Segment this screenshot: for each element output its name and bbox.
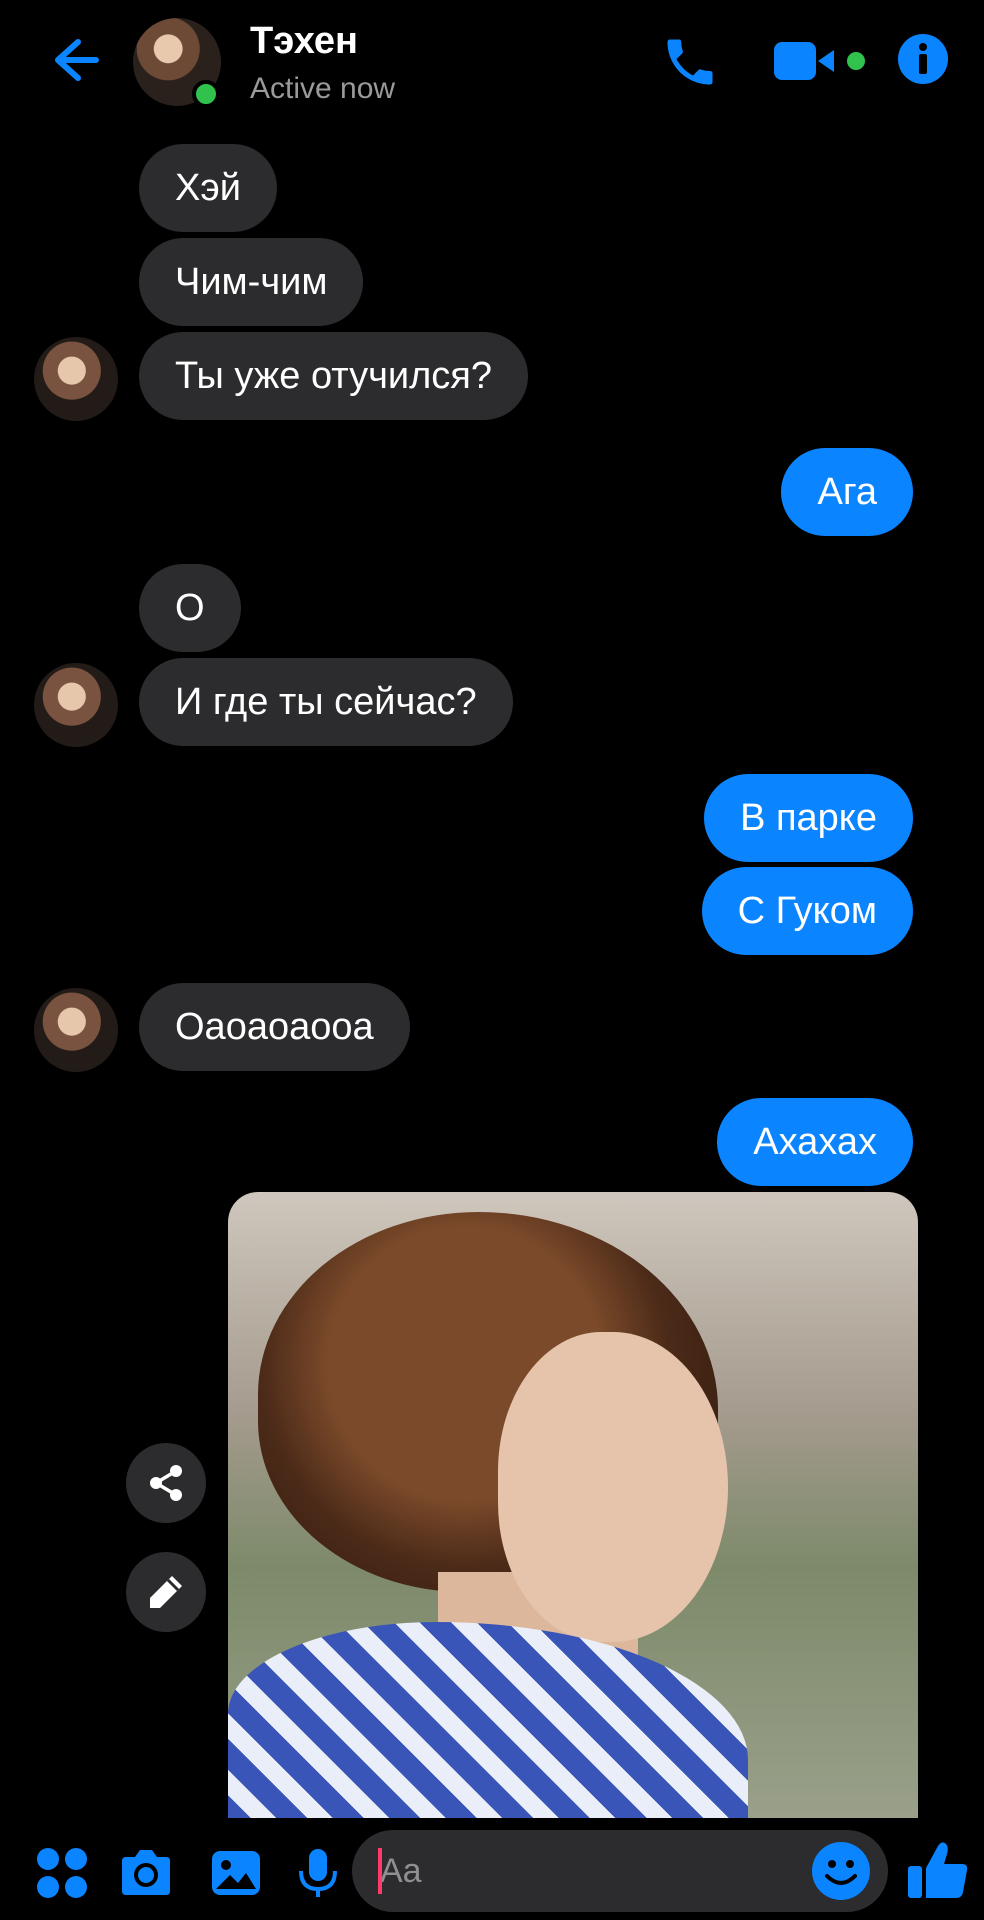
like-button[interactable] xyxy=(906,1838,970,1902)
message-outgoing[interactable]: В парке xyxy=(704,774,913,862)
camera-button[interactable] xyxy=(118,1845,174,1901)
back-button[interactable] xyxy=(44,30,104,90)
message-incoming[interactable]: Оаоаоаооа xyxy=(139,983,410,1071)
video-call-button[interactable] xyxy=(772,38,868,84)
apps-button[interactable] xyxy=(34,1845,90,1901)
message-incoming[interactable]: Хэй xyxy=(139,144,277,232)
call-button[interactable] xyxy=(660,32,720,92)
message-outgoing[interactable]: Ага xyxy=(781,448,913,536)
edit-button[interactable] xyxy=(126,1552,206,1632)
info-button[interactable] xyxy=(896,32,950,86)
emoji-icon xyxy=(812,1842,870,1900)
contact-status: Active now xyxy=(250,72,396,105)
sender-avatar[interactable] xyxy=(34,663,118,747)
contact-name[interactable]: Тэхен xyxy=(250,20,358,63)
phone-icon xyxy=(667,39,713,85)
microphone-button[interactable] xyxy=(290,1845,346,1901)
message-outgoing[interactable]: С Гуком xyxy=(701,867,913,955)
online-indicator xyxy=(192,80,220,108)
text-caret xyxy=(378,1848,382,1894)
share-icon xyxy=(150,1465,182,1501)
info-icon xyxy=(898,34,948,84)
microphone-icon xyxy=(299,1849,337,1897)
message-incoming[interactable]: О xyxy=(139,564,241,652)
chat-header: Тэхен Active now xyxy=(0,0,984,130)
message-incoming[interactable]: Чим-чим xyxy=(139,238,364,326)
emoji-button[interactable] xyxy=(810,1840,872,1902)
message-outgoing[interactable]: Ахахах xyxy=(717,1098,913,1186)
camera-icon xyxy=(122,1850,170,1895)
arrow-left-icon xyxy=(55,39,99,81)
sender-avatar[interactable] xyxy=(34,988,118,1072)
message-incoming[interactable]: Ты уже отучился? xyxy=(139,332,528,420)
share-button[interactable] xyxy=(126,1443,206,1523)
message-input-container xyxy=(352,1830,888,1912)
image-icon xyxy=(212,1851,260,1895)
message-incoming[interactable]: И где ты сейчас? xyxy=(139,658,513,746)
video-camera-icon xyxy=(774,42,865,80)
sender-avatar[interactable] xyxy=(34,337,118,421)
pencil-icon xyxy=(150,1576,182,1608)
gallery-button[interactable] xyxy=(208,1845,264,1901)
message-input[interactable] xyxy=(380,1830,800,1912)
shared-photo[interactable] xyxy=(228,1192,918,1818)
thumbs-up-icon xyxy=(908,1842,968,1898)
apps-grid-icon xyxy=(37,1848,87,1898)
